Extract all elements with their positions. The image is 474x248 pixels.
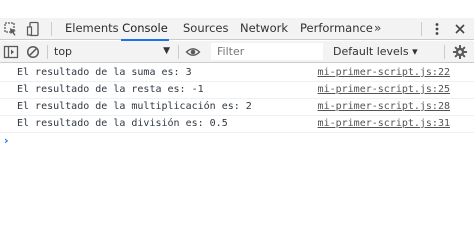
toolbar-divider xyxy=(421,22,422,36)
console-source-link[interactable]: mi-primer-script.js:25 xyxy=(318,82,450,98)
context-selector[interactable]: top ▼ xyxy=(54,43,172,60)
console-source-link[interactable]: mi-primer-script.js:28 xyxy=(318,99,450,115)
context-selector-value: top xyxy=(54,45,73,58)
devtools-tab-bar: Elements Console Sources Network Perform… xyxy=(0,18,474,41)
console-source-link[interactable]: mi-primer-script.js:31 xyxy=(318,116,450,132)
toolbar-divider xyxy=(51,22,52,36)
toolbar-divider xyxy=(178,45,179,59)
tab-performance[interactable]: Performance xyxy=(300,18,373,39)
console-toolbar: top ▼ Default levels ▾ xyxy=(0,41,474,63)
tab-sources[interactable]: Sources xyxy=(183,18,229,39)
settings-gear-icon[interactable] xyxy=(452,44,468,60)
toolbar-divider xyxy=(47,45,48,59)
tab-network[interactable]: Network xyxy=(240,18,288,39)
console-message: El resultado de la multiplicación es: 2 … xyxy=(0,99,474,116)
tab-console[interactable]: Console xyxy=(121,18,169,41)
console-message-text: El resultado de la multiplicación es: 2 xyxy=(17,101,252,112)
tab-elements[interactable]: Elements xyxy=(65,18,119,39)
log-levels-dropdown[interactable]: Default levels ▾ xyxy=(333,43,418,60)
more-tabs-button[interactable]: » xyxy=(374,18,381,39)
console-prompt-input[interactable]: › xyxy=(4,134,9,147)
device-toggle-icon[interactable] xyxy=(26,21,42,37)
inspect-element-icon[interactable] xyxy=(3,21,19,37)
console-filter-input[interactable] xyxy=(211,43,323,60)
close-icon[interactable] xyxy=(452,21,468,37)
console-message: El resultado de la resta es: -1 mi-prime… xyxy=(0,82,474,99)
console-message-text: El resultado de la suma es: 3 xyxy=(17,67,192,78)
console-message: El resultado de la división es: 0.5 mi-p… xyxy=(0,116,474,133)
clear-console-icon[interactable] xyxy=(25,44,41,60)
console-message-text: El resultado de la división es: 0.5 xyxy=(17,118,228,129)
console-source-link[interactable]: mi-primer-script.js:22 xyxy=(318,65,450,81)
kebab-menu-icon[interactable] xyxy=(429,21,445,37)
sidebar-toggle-icon[interactable] xyxy=(3,44,19,60)
console-message: El resultado de la suma es: 3 mi-primer-… xyxy=(0,65,474,82)
dropdown-arrow-icon: ▼ xyxy=(163,46,170,56)
eye-icon[interactable] xyxy=(185,44,201,60)
console-message-text: El resultado de la resta es: -1 xyxy=(17,84,204,95)
toolbar-divider xyxy=(444,45,445,59)
